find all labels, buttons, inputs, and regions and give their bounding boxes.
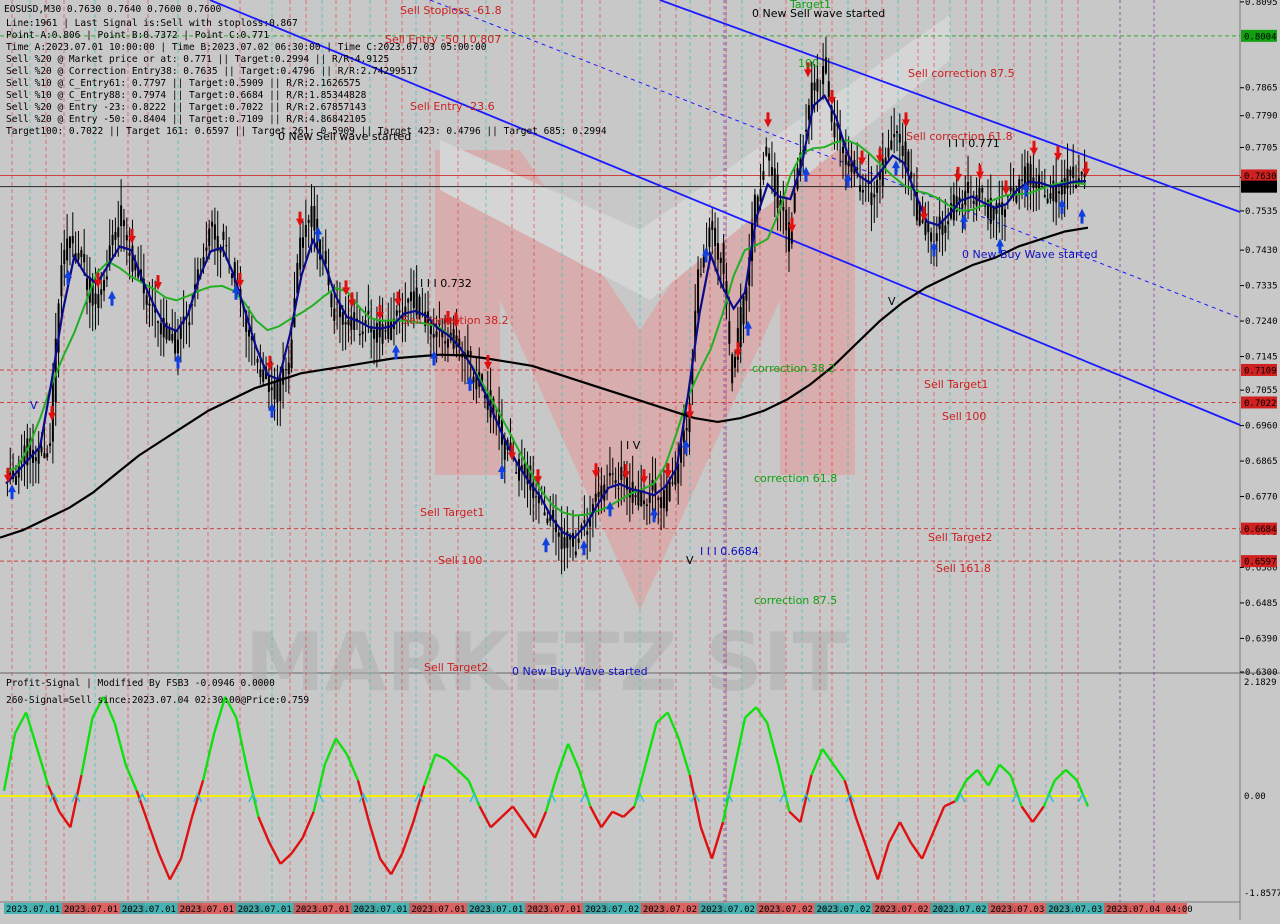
annotation-label: Sell 100 [438, 554, 482, 567]
y-tick-label: 0.6960 [1245, 422, 1278, 432]
price-tag-label: 0.7022 [1244, 399, 1277, 409]
annotation-label: Sell Stoploss -61.8 [400, 4, 502, 17]
annotation-label: Sell 161.8 [936, 562, 991, 575]
annotation-label: V [888, 295, 896, 308]
y-tick-label: 0.7705 [1245, 143, 1278, 153]
y-tick-label: 0.7335 [1245, 282, 1278, 292]
info-line: Sell %20 @ Entry -50: 0.8404 || Target:0… [6, 114, 366, 125]
annotation-label: I I I 0.732 [420, 277, 472, 290]
annotation-label: 0 New Buy Wave started [962, 248, 1098, 261]
annotation-label: I I I 0.771 [948, 137, 1000, 150]
y-tick-label: 0.6865 [1245, 457, 1278, 467]
annotation-label: Sell 100 [942, 410, 986, 423]
y-tick-label: 0.7535 [1245, 207, 1278, 217]
price-tags: 0.8004 0.76300.7600 0.7109 0.7022 0.6684 0.65… [1241, 29, 1277, 568]
y-tick-label: 0.7055 [1245, 386, 1278, 396]
y-tick-label: 0.7790 [1245, 112, 1278, 122]
osc-tick-label: 0.00 [1244, 792, 1266, 802]
annotation-label: Sell Target1 [420, 506, 484, 519]
info-line: Sell %20 @ Entry -23: 0.8222 || Target:0… [6, 102, 366, 113]
annotation-label: correction 38.2 [752, 362, 835, 375]
y-tick-label: 0.8095 [1245, 0, 1278, 8]
info-line: Sell %10 @ C_Entry88: 0.7974 || Target:0… [6, 90, 367, 101]
annotation-label: I I I 0.6684 [700, 545, 759, 558]
annotation-label: correction 87.5 [754, 594, 837, 607]
y-tick-label: 0.6485 [1245, 599, 1278, 609]
annotation-label: 100 [798, 57, 819, 70]
y-tick-label: 0.6390 [1245, 634, 1278, 644]
info-line: Line:1961 | Last Signal is:Sell with sto… [6, 18, 298, 29]
oscillator-subtitle: 260-Signal=Sell since:2023.07.04 02:30:0… [6, 695, 309, 706]
annotation-label: Target1 [789, 0, 831, 11]
info-line: Sell %20 @ Correction Entry38: 0.7635 ||… [6, 66, 418, 77]
chart-window: MARKETZ SIT Sell Stoploss -61.8 Sell Entr… [0, 0, 1280, 920]
oscillator-axis: 2.1829 0.00 -1.8577 [1244, 678, 1280, 899]
price-tag-label: 0.6597 [1244, 558, 1277, 568]
symbol-line: EOSUSD,M30 0.7630 0.7640 0.7600 0.7600 [4, 4, 222, 15]
annotation-label: I V [626, 439, 641, 452]
watermark-text: MARKETZ SIT [245, 616, 848, 709]
y-tick-label: 0.7430 [1245, 246, 1278, 256]
annotation-label: Sell Target2 [928, 531, 992, 544]
annotation-label: Sell Target2 [424, 661, 488, 674]
osc-tick-label: -1.8577 [1244, 889, 1280, 899]
oscillator-title: Profit-Signal | Modified By FSB3 -0.0946… [6, 678, 275, 689]
price-tag-label: 0.7630 [1244, 172, 1277, 182]
annotation-label: Sell correction 87.5 [908, 67, 1015, 80]
info-line: Point A:0.806 | Point B:0.7372 | Point C… [6, 30, 269, 41]
price-axis[interactable]: 0.80950.78650.77900.77050.76250.75350.74… [1240, 0, 1278, 678]
osc-tick-label: 2.1829 [1244, 678, 1277, 688]
price-tag-label: 0.7600 [1244, 183, 1277, 193]
info-line: Sell %10 @ C_Entry61: 0.7797 || Target:0… [6, 78, 361, 89]
price-tag-label: 0.8004 [1244, 32, 1277, 42]
annotation-label: Sell Target1 [924, 378, 988, 391]
time-axis[interactable]: 2023.07.01 10:002023.07.01 10:302023.07.… [4, 903, 1193, 915]
info-line: Time A:2023.07.01 10:00:00 | Time B:2023… [6, 42, 487, 53]
y-tick-label: 0.6770 [1245, 493, 1278, 503]
price-tag-label: 0.7109 [1244, 366, 1277, 376]
annotation-label: Sell Entry -23.6 [410, 100, 495, 113]
y-tick-label: 0.7240 [1245, 317, 1278, 327]
annotation-label: V [30, 399, 38, 412]
y-tick-label: 0.7145 [1245, 353, 1278, 363]
time-label: 2023.07.04 04:00 [1106, 905, 1193, 915]
y-tick-label: 0.7865 [1245, 84, 1278, 94]
annotation-label: Sell correction 38.2 [402, 314, 509, 327]
chart-canvas[interactable]: MARKETZ SIT Sell Stoploss -61.8 Sell Entr… [0, 0, 1280, 920]
info-line: Sell %20 @ Market price or at: 0.771 || … [6, 54, 389, 65]
info-line: Target100: 0.7022 || Target 161: 0.6597 … [6, 126, 607, 137]
annotation-label: 0 New Buy Wave started [512, 665, 648, 678]
annotation-label: correction 61.8 [754, 472, 837, 485]
price-tag-label: 0.6684 [1244, 525, 1277, 535]
y-tick-label: 0.6300 [1245, 668, 1278, 678]
annotation-label: V [686, 554, 694, 567]
